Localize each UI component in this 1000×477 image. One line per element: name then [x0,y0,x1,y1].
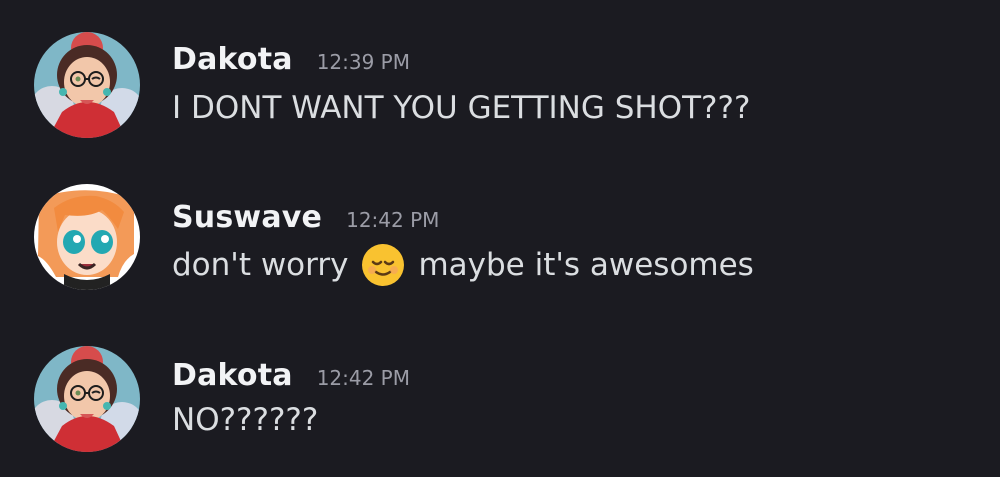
chat-message-list: Dakota 12:39 PM I DONT WANT YOU GETTING … [0,0,1000,477]
dakota-avatar[interactable] [34,346,140,452]
timestamp[interactable]: 12:42 PM [346,208,439,232]
message-text: I DONT WANT YOU GETTING SHOT??? [172,90,751,126]
chat-message[interactable]: Dakota 12:42 PM NO?????? [0,338,1000,458]
message-text: NO?????? [172,402,319,438]
username[interactable]: Dakota [172,358,293,393]
message-header: Suswave 12:42 PM [172,200,439,235]
chat-message[interactable]: Dakota 12:39 PM I DONT WANT YOU GETTING … [0,22,1000,142]
timestamp[interactable]: 12:42 PM [317,366,410,390]
message-header: Dakota 12:42 PM [172,358,410,393]
username[interactable]: Suswave [172,200,322,235]
message-text: don't worry maybe it's awesomes [172,242,754,288]
dakota-avatar-image [34,32,140,138]
message-text-before-emoji: don't worry [172,247,349,283]
relieved-face-emoji-icon[interactable] [360,242,406,288]
message-text-after-emoji: maybe it's awesomes [418,247,754,283]
message-header: Dakota 12:39 PM [172,42,410,77]
username[interactable]: Dakota [172,42,293,77]
suswave-avatar-image [34,184,140,290]
dakota-avatar-image [34,346,140,452]
dakota-avatar[interactable] [34,32,140,138]
timestamp[interactable]: 12:39 PM [317,50,410,74]
chat-message[interactable]: Suswave 12:42 PM don't worry maybe it's … [0,178,1000,298]
suswave-avatar[interactable] [34,184,140,290]
